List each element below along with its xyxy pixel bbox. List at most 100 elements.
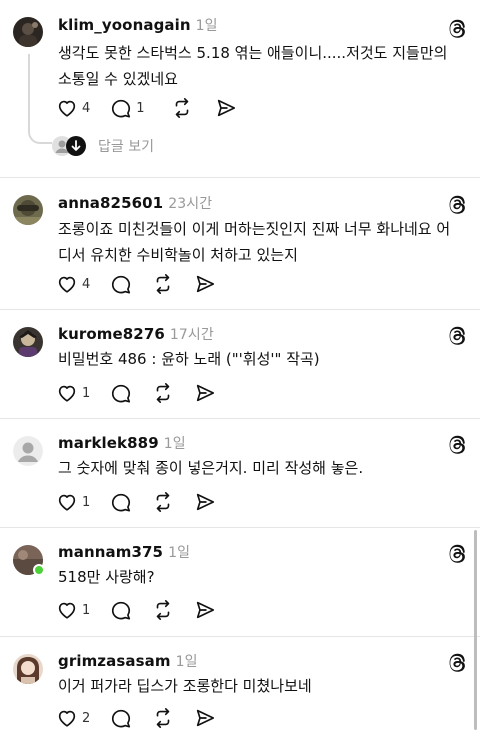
- threads-logo-icon[interactable]: [446, 17, 468, 39]
- like-count: 1: [82, 385, 91, 401]
- comment-icon: [112, 601, 131, 620]
- divider: [0, 527, 480, 528]
- like-button[interactable]: 2: [56, 706, 90, 730]
- view-replies-label: 답글 보기: [98, 139, 154, 155]
- like-count: 4: [82, 276, 91, 292]
- avatar[interactable]: [13, 17, 43, 47]
- heart-icon: [58, 710, 76, 727]
- repost-button[interactable]: [152, 706, 174, 730]
- divider: [0, 636, 480, 637]
- comment-icon: [112, 384, 131, 403]
- post-text: 그 숫자에 맞춰 종이 넣은거지. 미리 작성해 놓은.: [58, 459, 364, 477]
- repost-icon: [175, 98, 188, 118]
- like-button[interactable]: 4: [56, 272, 90, 296]
- send-icon: [197, 275, 215, 293]
- repost-button[interactable]: [152, 490, 174, 514]
- like-button[interactable]: 1: [56, 598, 90, 622]
- comment-button[interactable]: [110, 490, 132, 514]
- like-button[interactable]: 4: [56, 96, 90, 120]
- divider: [0, 177, 480, 178]
- username[interactable]: grimzasasam 1일: [58, 651, 198, 671]
- avatar[interactable]: [13, 327, 43, 357]
- share-button[interactable]: [215, 96, 237, 120]
- comment-button[interactable]: [110, 598, 132, 622]
- action-bar: 4: [56, 272, 230, 296]
- like-count: 1: [82, 602, 91, 618]
- heart-icon: [58, 602, 76, 619]
- heart-icon: [58, 100, 76, 117]
- timestamp: 1일: [163, 436, 186, 452]
- timestamp: 1일: [195, 18, 218, 34]
- threads-logo-icon[interactable]: [446, 324, 468, 346]
- thread-connector-line: [28, 54, 30, 130]
- comment-button[interactable]: [110, 706, 132, 730]
- like-count: 1: [82, 494, 91, 510]
- timestamp: 1일: [168, 545, 191, 561]
- heart-icon: [58, 494, 76, 511]
- timestamp: 1일: [175, 654, 198, 670]
- username[interactable]: marklek889 1일: [58, 433, 186, 453]
- share-button[interactable]: [194, 706, 216, 730]
- repost-button[interactable]: [152, 381, 174, 405]
- post-text: 이거 퍼가라 딥스가 조롱한다 미쳤나보네: [58, 677, 312, 695]
- like-button[interactable]: 1: [56, 381, 90, 405]
- comment-icon: [112, 99, 131, 118]
- heart-icon: [58, 276, 76, 293]
- avatar[interactable]: [13, 436, 43, 466]
- comment-icon: [112, 493, 131, 512]
- like-count: 4: [82, 100, 91, 116]
- action-bar: 2: [56, 706, 230, 730]
- repost-icon: [156, 383, 170, 403]
- share-button[interactable]: [194, 272, 216, 296]
- heart-icon: [58, 385, 76, 402]
- like-count: 2: [82, 710, 91, 726]
- threads-logo-icon[interactable]: [446, 651, 468, 673]
- send-icon: [197, 601, 215, 619]
- share-button[interactable]: [194, 381, 216, 405]
- repost-icon: [156, 708, 170, 728]
- repost-button[interactable]: [152, 598, 174, 622]
- send-icon: [217, 99, 235, 117]
- timestamp: 23시간: [168, 196, 213, 212]
- comment-button[interactable]: [110, 381, 132, 405]
- username[interactable]: kurome8276 17시간: [58, 324, 214, 344]
- post-text: 생각도 못한 스타벅스 5.18 엮는 애들이니.....저것도 지들만의 소통…: [58, 44, 448, 88]
- repost-button[interactable]: [171, 96, 193, 120]
- online-status-badge: [33, 564, 45, 576]
- threads-logo-icon[interactable]: [446, 193, 468, 215]
- post-text: 518만 사랑해?: [58, 568, 155, 586]
- repost-button[interactable]: [152, 272, 174, 296]
- thread-connector-curve: [28, 130, 52, 144]
- comment-count: 1: [136, 100, 145, 116]
- comment-button[interactable]: 1: [110, 96, 145, 120]
- like-button[interactable]: 1: [56, 490, 90, 514]
- arrow-down-icon: [66, 136, 86, 156]
- default-avatar-icon: [13, 436, 43, 466]
- repost-icon: [156, 600, 170, 620]
- share-button[interactable]: [194, 490, 216, 514]
- threads-logo-icon[interactable]: [446, 542, 468, 564]
- scrollbar[interactable]: [474, 530, 477, 730]
- comment-icon: [112, 275, 131, 294]
- repost-icon: [156, 274, 170, 294]
- action-bar: 1: [56, 381, 230, 405]
- view-replies-link[interactable]: 답글 보기: [52, 136, 154, 156]
- username[interactable]: mannam375 1일: [58, 542, 190, 562]
- divider: [0, 418, 480, 419]
- avatar[interactable]: [13, 654, 43, 684]
- action-bar: 4 1: [56, 96, 251, 120]
- send-icon: [197, 384, 215, 402]
- avatar[interactable]: [13, 195, 43, 225]
- post-text: 비밀번호 486 : 윤하 노래 ("'휘성'" 작곡): [58, 350, 320, 368]
- action-bar: 1: [56, 598, 230, 622]
- username[interactable]: klim_yoonagain 1일: [58, 15, 218, 35]
- timestamp: 17시간: [169, 327, 214, 343]
- divider: [0, 309, 480, 310]
- reply-avatars: [52, 136, 90, 156]
- action-bar: 1: [56, 490, 230, 514]
- threads-logo-icon[interactable]: [446, 433, 468, 455]
- username[interactable]: anna825601 23시간: [58, 193, 212, 213]
- comment-icon: [112, 709, 131, 728]
- comment-button[interactable]: [110, 272, 132, 296]
- share-button[interactable]: [194, 598, 216, 622]
